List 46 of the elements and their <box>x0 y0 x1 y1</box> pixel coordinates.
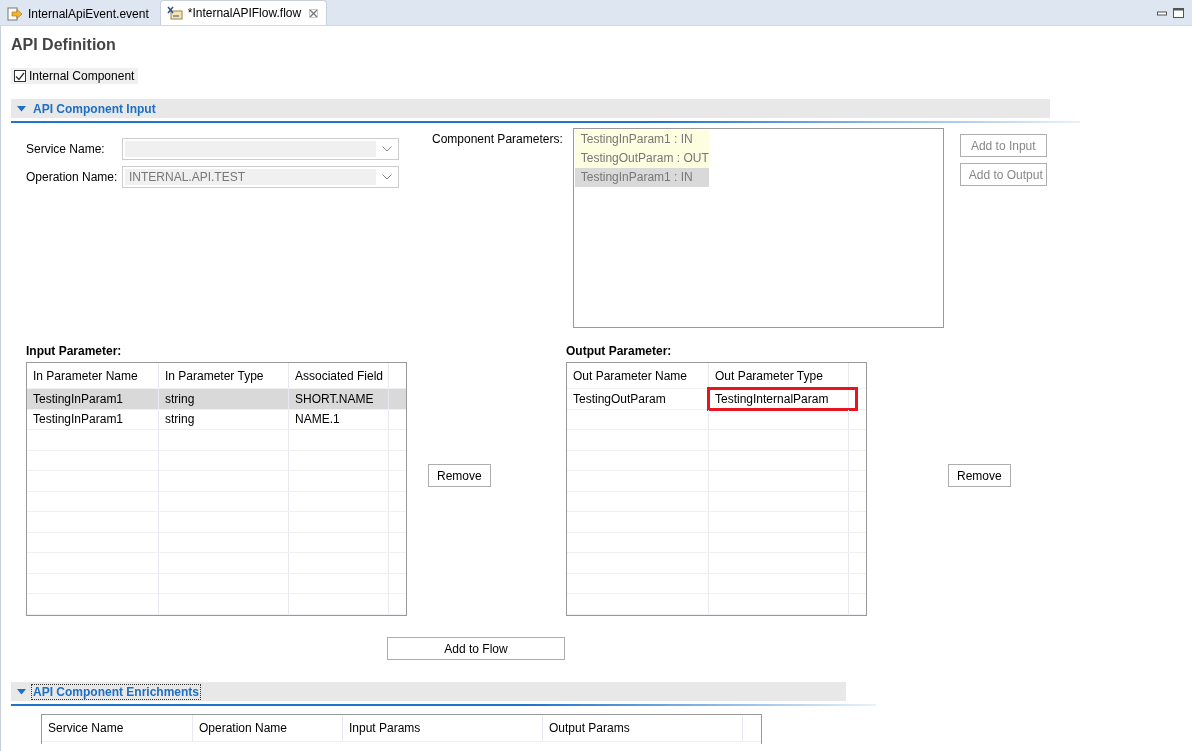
expand-icon[interactable] <box>17 688 26 695</box>
column-header[interactable]: In Parameter Type <box>159 363 289 388</box>
flow-file-icon <box>166 6 183 20</box>
table-row[interactable]: TestingInParam1 string NAME.1 <box>27 409 406 430</box>
column-header[interactable]: Operation Name <box>193 715 343 741</box>
minimize-icon[interactable] <box>1157 8 1167 17</box>
close-icon[interactable] <box>309 8 319 18</box>
list-item[interactable]: TestingOutParam : OUT <box>574 149 709 168</box>
maximize-icon[interactable] <box>1173 7 1184 18</box>
page-title: API Definition <box>11 36 117 55</box>
editor-tab[interactable]: *InternalAPIFlow.flow <box>159 0 328 25</box>
table-row[interactable]: TestingOutParam TestingInternalParam <box>567 389 866 410</box>
column-header[interactable]: Out Parameter Name <box>567 363 709 388</box>
section-header[interactable]: API Component Input <box>11 99 1050 118</box>
column-header[interactable]: Out Parameter Type <box>709 363 849 388</box>
internal-component-checkbox[interactable]: Internal Component <box>11 68 139 84</box>
field-label: Service Name: <box>26 142 106 156</box>
remove-button[interactable]: Remove <box>948 464 1011 487</box>
expand-icon[interactable] <box>17 105 26 112</box>
column-header[interactable]: Associated Field <box>289 363 389 388</box>
table-cell: SHORT.NAME <box>295 391 374 406</box>
column-header[interactable]: Output Params <box>543 715 743 741</box>
add-to-flow-button[interactable]: Add to Flow <box>387 637 565 660</box>
section-header[interactable]: API Component Enrichments <box>11 682 846 701</box>
table-cell: TestingOutParam <box>573 391 666 406</box>
table-cell: TestingInParam1 <box>33 391 124 406</box>
column-header[interactable]: Service Name <box>42 715 193 741</box>
column-header[interactable]: Input Params <box>343 715 543 741</box>
checkbox[interactable] <box>14 70 26 82</box>
table-row[interactable]: TestingInParam1 string SHORT.NAME <box>27 389 406 410</box>
table-cell: string <box>165 391 195 406</box>
column-header[interactable]: In Parameter Name <box>27 363 159 388</box>
document-arrow-icon <box>7 7 23 21</box>
table-cell: TestingInternalParam <box>715 391 829 406</box>
field-label: Operation Name: <box>26 170 119 184</box>
section-title: API Component Input <box>32 101 157 116</box>
table-label: Input Parameter: <box>26 344 123 360</box>
table-cell: string <box>165 412 195 427</box>
table-cell: TestingInParam1 <box>33 412 124 427</box>
table-cell: NAME.1 <box>295 412 340 427</box>
list-item[interactable]: TestingInParam1 : IN <box>574 130 709 149</box>
editor-tab[interactable]: InternalApiEvent.event <box>0 2 158 25</box>
table-label: Output Parameter: <box>566 344 673 360</box>
field-label: Component Parameters: <box>432 132 563 148</box>
remove-button[interactable]: Remove <box>428 464 491 487</box>
section-title: API Component Enrichments <box>32 684 200 699</box>
